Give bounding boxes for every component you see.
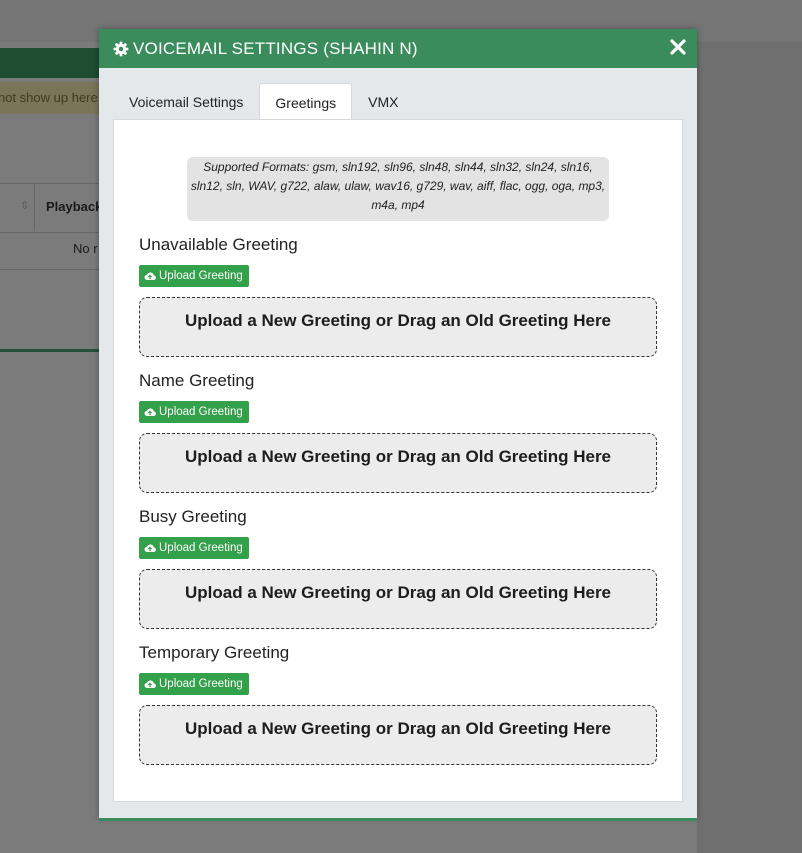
sort-icon: ⇳ bbox=[20, 200, 30, 212]
tab-greetings[interactable]: Greetings bbox=[259, 83, 353, 121]
supported-formats-note: Supported Formats: gsm, sln192, sln96, s… bbox=[187, 157, 609, 221]
dropzone-text: Upload a New Greeting or Drag an Old Gre… bbox=[184, 719, 612, 738]
tab-vmx[interactable]: VMX bbox=[352, 83, 414, 120]
cloud-upload-icon bbox=[144, 407, 156, 417]
gear-icon bbox=[113, 41, 129, 57]
upload-greeting-label: Upload Greeting bbox=[159, 406, 243, 418]
greeting-section-unavailable: Unavailable Greeting Upload Greeting Upl… bbox=[139, 234, 659, 357]
cloud-upload-icon bbox=[144, 271, 156, 281]
modal-title-text: VOICEMAIL SETTINGS (SHAHIN N) bbox=[133, 39, 418, 58]
voicemail-settings-modal: VOICEMAIL SETTINGS (SHAHIN N) Voicemail … bbox=[99, 29, 697, 821]
modal-header: VOICEMAIL SETTINGS (SHAHIN N) bbox=[99, 29, 697, 68]
background-row-text: No r bbox=[73, 241, 98, 256]
dropzone-text: Upload a New Greeting or Drag an Old Gre… bbox=[184, 583, 612, 602]
greeting-title: Unavailable Greeting bbox=[139, 235, 298, 254]
modal-title: VOICEMAIL SETTINGS (SHAHIN N) bbox=[113, 39, 418, 59]
greeting-title: Busy Greeting bbox=[139, 507, 247, 526]
upload-greeting-button[interactable]: Upload Greeting bbox=[139, 401, 249, 423]
greeting-section-busy: Busy Greeting Upload Greeting Upload a N… bbox=[139, 506, 659, 629]
greeting-dropzone[interactable]: Upload a New Greeting or Drag an Old Gre… bbox=[139, 433, 657, 493]
upload-greeting-button[interactable]: Upload Greeting bbox=[139, 537, 249, 559]
background-divider bbox=[0, 349, 110, 352]
cloud-upload-icon bbox=[144, 543, 156, 553]
upload-greeting-button[interactable]: Upload Greeting bbox=[139, 673, 249, 695]
background-column-divider bbox=[34, 183, 35, 231]
greeting-dropzone[interactable]: Upload a New Greeting or Drag an Old Gre… bbox=[139, 569, 657, 629]
upload-greeting-label: Upload Greeting bbox=[159, 678, 243, 690]
greeting-dropzone[interactable]: Upload a New Greeting or Drag an Old Gre… bbox=[139, 297, 657, 357]
upload-greeting-label: Upload Greeting bbox=[159, 270, 243, 282]
greeting-section-name: Name Greeting Upload Greeting Upload a N… bbox=[139, 370, 659, 493]
greeting-section-temporary: Temporary Greeting Upload Greeting Uploa… bbox=[139, 642, 659, 765]
close-icon bbox=[669, 39, 687, 61]
background-column-header: Playback bbox=[46, 199, 103, 214]
tab-voicemail-settings[interactable]: Voicemail Settings bbox=[113, 83, 259, 120]
background-right-area bbox=[697, 42, 802, 853]
background-notice-text: not show up here bbox=[0, 90, 98, 105]
greeting-title: Temporary Greeting bbox=[139, 643, 290, 662]
background-notice: not show up here bbox=[0, 82, 110, 114]
upload-greeting-label: Upload Greeting bbox=[159, 542, 243, 554]
greeting-dropzone[interactable]: Upload a New Greeting or Drag an Old Gre… bbox=[139, 705, 657, 765]
dropzone-text: Upload a New Greeting or Drag an Old Gre… bbox=[184, 311, 612, 330]
greeting-title: Name Greeting bbox=[139, 371, 255, 390]
tab-bar: Voicemail Settings Greetings VMX bbox=[113, 83, 414, 121]
cloud-upload-icon bbox=[144, 679, 156, 689]
modal-footer-border bbox=[99, 818, 697, 821]
background-header-bar bbox=[0, 48, 110, 78]
dropzone-text: Upload a New Greeting or Drag an Old Gre… bbox=[184, 447, 612, 466]
background-table-row: No r bbox=[0, 231, 110, 270]
close-button[interactable] bbox=[669, 37, 687, 57]
greetings-panel: Supported Formats: gsm, sln192, sln96, s… bbox=[113, 119, 683, 802]
upload-greeting-button[interactable]: Upload Greeting bbox=[139, 265, 249, 287]
